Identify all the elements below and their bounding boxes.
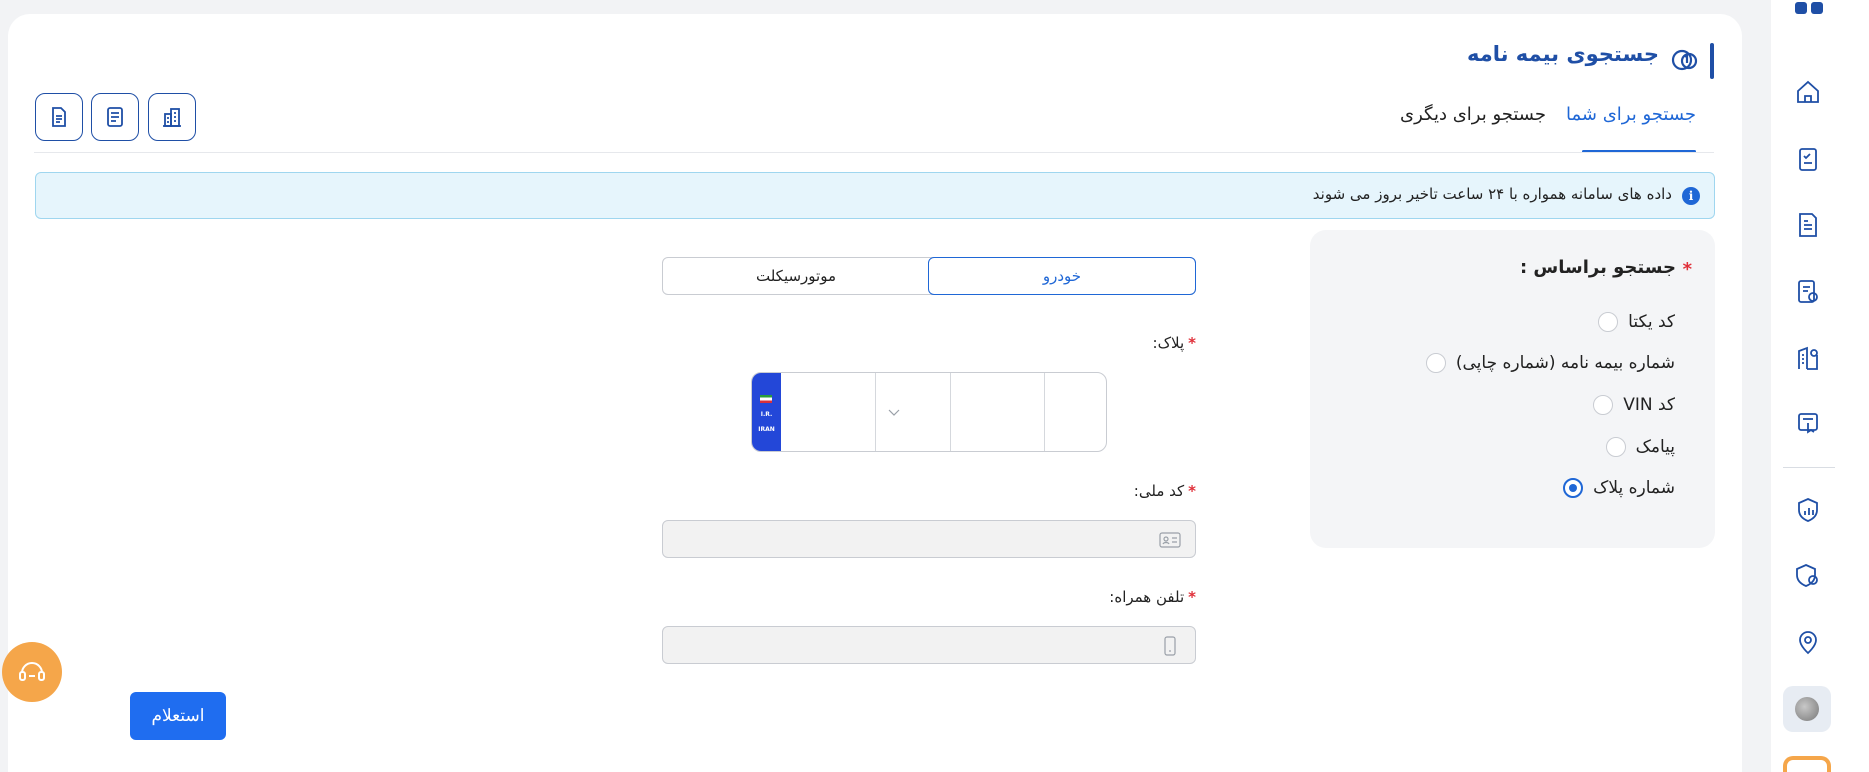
radio-button[interactable] xyxy=(1425,353,1446,373)
checklist-icon xyxy=(1799,148,1817,171)
page-title: جستجوی بیمه نامه xyxy=(1466,42,1659,66)
car-option[interactable]: خودرو xyxy=(928,257,1196,295)
national-code-field[interactable] xyxy=(662,520,1196,558)
mobile-field[interactable] xyxy=(662,626,1196,664)
national-code-label: *کد ملی: xyxy=(1133,482,1196,500)
sidebar-item-organization[interactable] xyxy=(1771,338,1845,378)
plate-code-field[interactable] xyxy=(1045,373,1106,451)
radio-policy-number[interactable]: شماره بیمه نامه (شماره چاپی) xyxy=(1425,353,1675,373)
vehicle-type-toggle: موتورسیکلت خودرو xyxy=(662,257,1196,295)
header-accent-bar xyxy=(1710,43,1714,79)
certificate-icon xyxy=(1798,280,1818,303)
info-text: داده های سامانه همواره با ۲۴ ساعت تاخیر … xyxy=(1312,185,1672,203)
radio-vin-code[interactable]: کد VIN xyxy=(1593,395,1675,415)
plate-label: *پلاک: xyxy=(1152,334,1196,352)
location-icon xyxy=(1799,631,1817,655)
sidebar-bottom-item[interactable] xyxy=(1783,756,1831,772)
search-by-panel: * جستجو براساس : کد یکتا شماره بیمه نامه… xyxy=(1310,230,1715,548)
plate-input: I.R. IRAN xyxy=(751,372,1107,452)
plate-digits-field[interactable] xyxy=(951,373,1044,451)
radio-button[interactable] xyxy=(1605,437,1626,457)
shield-settings-icon xyxy=(1796,564,1818,587)
id-card-icon xyxy=(1159,532,1181,548)
motorcycle-option[interactable]: موتورسیکلت xyxy=(663,257,929,295)
phone-icon xyxy=(1164,636,1176,656)
plate-region-field[interactable] xyxy=(781,373,875,451)
sidebar-item-checklist[interactable] xyxy=(1771,139,1845,179)
sidebar xyxy=(1771,0,1869,772)
chevron-down-icon xyxy=(888,409,900,416)
sidebar-item-location[interactable] xyxy=(1771,622,1845,662)
sidebar-divider xyxy=(1783,467,1835,468)
radio-label: شماره بیمه نامه (شماره چاپی) xyxy=(1455,353,1675,373)
document-icon xyxy=(52,107,66,127)
home-icon xyxy=(1797,80,1819,103)
tab-search-for-others[interactable]: جستجو برای دیگری xyxy=(1400,104,1546,125)
radio-unique-code[interactable]: کد یکتا xyxy=(1598,312,1675,332)
info-banner: i داده های سامانه همواره با ۲۴ ساعت تاخی… xyxy=(35,172,1715,219)
apps-grid-icon[interactable] xyxy=(1795,2,1823,14)
shield-chart-icon xyxy=(1798,498,1818,522)
radio-label: شماره پلاک xyxy=(1593,478,1675,498)
radio-label: پیامک xyxy=(1635,437,1675,457)
tab-search-for-you[interactable]: جستجو برای شما xyxy=(1566,104,1696,125)
building-button[interactable] xyxy=(148,93,196,141)
plate-letter-select[interactable] xyxy=(876,373,950,451)
flag-icon xyxy=(760,395,772,403)
sidebar-item-analytics[interactable] xyxy=(1771,490,1845,530)
building-icon xyxy=(163,108,181,127)
form-icon xyxy=(107,107,123,127)
info-icon: i xyxy=(1682,187,1700,205)
iran-plate-flag: I.R. IRAN xyxy=(752,373,781,451)
required-mark: * xyxy=(1682,259,1692,280)
radio-button[interactable] xyxy=(1598,312,1619,332)
support-chat-button[interactable] xyxy=(2,642,62,702)
document-button[interactable] xyxy=(35,93,83,141)
sidebar-item-certificate[interactable] xyxy=(1771,272,1845,312)
avatar[interactable] xyxy=(1783,686,1831,732)
policy-search-icon xyxy=(1671,49,1698,71)
radio-plate-number[interactable]: شماره پلاک xyxy=(1563,478,1675,498)
inquiry-button[interactable]: استعلام xyxy=(130,692,226,740)
sidebar-item-policies[interactable] xyxy=(1771,404,1845,444)
headset-icon xyxy=(19,662,45,681)
building-badge-icon xyxy=(1798,346,1818,370)
radio-label: کد یکتا xyxy=(1628,312,1675,332)
radio-sms[interactable]: پیامک xyxy=(1605,437,1675,457)
tabs-divider xyxy=(34,152,1714,153)
radio-button-selected[interactable] xyxy=(1563,478,1584,498)
radio-button[interactable] xyxy=(1593,395,1614,415)
shield-document-icon xyxy=(1798,413,1818,434)
sidebar-item-home[interactable] xyxy=(1771,72,1845,112)
sidebar-item-report[interactable] xyxy=(1771,205,1845,245)
radio-label: کد VIN xyxy=(1623,395,1675,415)
sidebar-item-settings[interactable] xyxy=(1771,556,1845,596)
search-by-title: * جستجو براساس : xyxy=(1519,257,1692,280)
report-icon xyxy=(1799,213,1817,237)
mobile-label: *تلفن همراه: xyxy=(1109,588,1196,606)
form-button[interactable] xyxy=(91,93,139,141)
